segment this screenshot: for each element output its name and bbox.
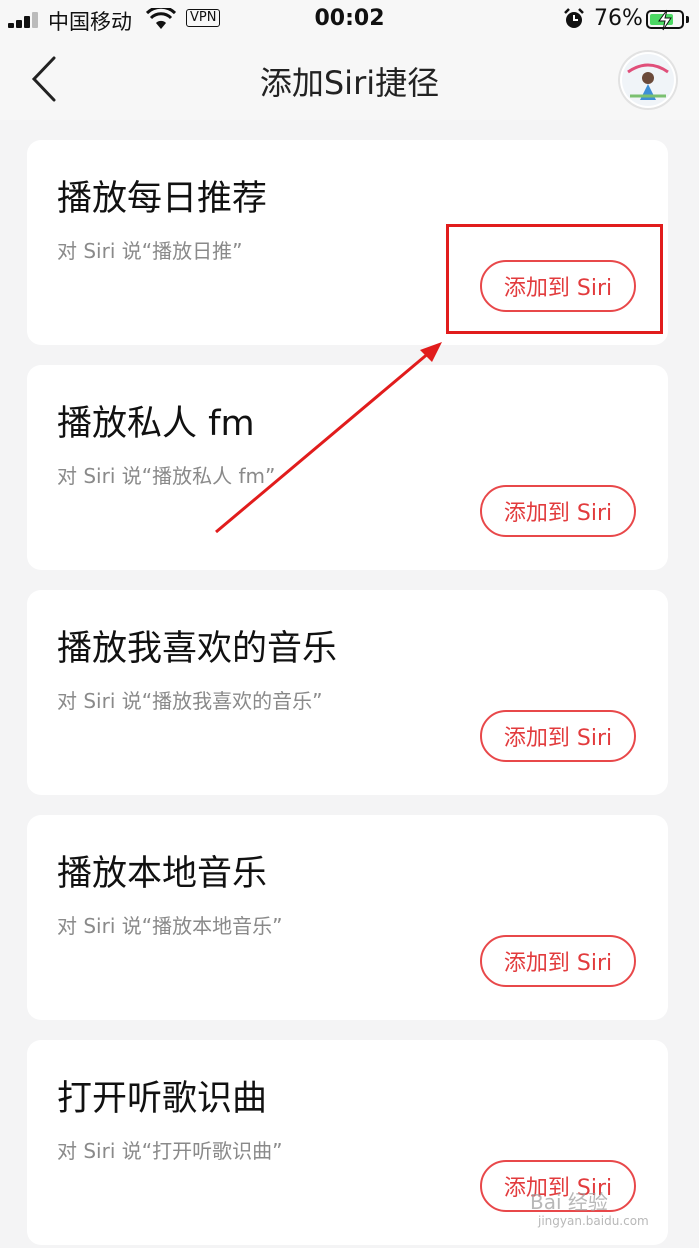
watermark-url: jingyan.baidu.com	[538, 1214, 649, 1228]
watermark: Bai 经验	[530, 1190, 608, 1214]
annotation-arrow-icon	[215, 342, 442, 534]
